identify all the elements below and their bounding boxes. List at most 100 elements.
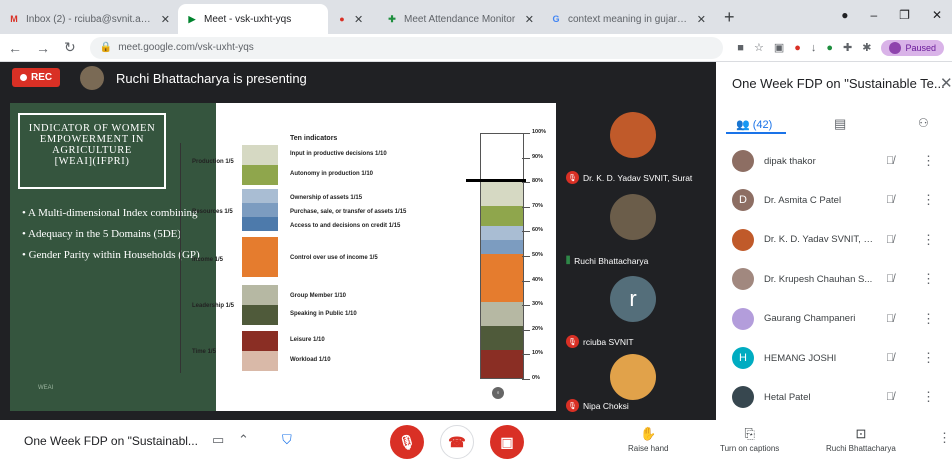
segment-workload — [242, 351, 278, 371]
participant-row[interactable]: Dr. K. D. Yadav SVNIT, Su... 🎙̸ ⋮ — [716, 221, 952, 259]
activities-icon[interactable]: ⚇ — [918, 116, 929, 130]
meeting-details-icon[interactable]: ▭ — [212, 432, 224, 448]
shield-icon[interactable]: ⛉ — [282, 432, 292, 448]
presentation-slide: INDICATOR OF WOMEN EMPOWERMENT IN AGRICU… — [10, 103, 556, 411]
participant-row[interactable]: Dr. Krupesh Chauhan S... 🎙̸ ⋮ — [716, 260, 952, 298]
participant-tile[interactable]: r 🎙 rciuba SVNIT — [560, 272, 710, 352]
chevron-up-icon[interactable]: ⌃ — [238, 432, 249, 448]
segment-group-member — [242, 285, 278, 305]
close-panel-icon[interactable]: ✕ — [940, 74, 952, 92]
mic-off-icon[interactable]: 🎙̸ — [886, 352, 894, 364]
segment-input-decisions — [242, 145, 278, 165]
bullet-item: • Adequacy in the 5 Domains (5DE) — [22, 228, 182, 240]
more-options-icon[interactable]: ⋮ — [922, 271, 935, 287]
extension-icon[interactable]: ● — [794, 42, 801, 54]
axis-tick — [522, 133, 530, 134]
presentation-button[interactable]: ⊡ Ruchi Bhattacharya — [826, 426, 896, 453]
tube-segment — [481, 240, 523, 254]
forward-icon[interactable]: → — [36, 40, 50, 56]
bookmark-star-icon[interactable]: ☆ — [754, 41, 764, 54]
more-options-icon[interactable]: ⋮ — [938, 430, 951, 446]
browser-tab-recording[interactable]: ● ✕ — [328, 4, 378, 34]
new-tab-button[interactable]: + — [714, 7, 745, 34]
participant-tile[interactable]: ⫼ Ruchi Bhattacharya — [560, 190, 710, 270]
close-tab-icon[interactable]: ✕ — [525, 13, 534, 26]
raise-hand-button[interactable]: ✋ Raise hand — [628, 426, 668, 453]
mic-off-icon[interactable]: 🎙̸ — [886, 273, 894, 285]
close-tab-icon[interactable]: ✕ — [354, 13, 363, 26]
url-field[interactable]: 🔒 meet.google.com/vsk-uxht-yqs — [89, 36, 724, 59]
captions-button[interactable]: ⎘ Turn on captions — [720, 426, 779, 453]
participant-row[interactable]: dipak thakor 🎙̸ ⋮ — [716, 142, 952, 180]
camera-icon[interactable]: ■ — [737, 42, 744, 54]
more-options-icon[interactable]: ⋮ — [922, 153, 935, 169]
puzzle-icon[interactable]: ✱ — [862, 41, 871, 54]
tube-segment — [481, 254, 523, 302]
slide-title-line: AGRICULTURE — [52, 145, 132, 156]
participant-row[interactable]: Hetal Patel 🎙̸ ⋮ — [716, 378, 952, 416]
mic-off-icon: 🎙 — [566, 335, 579, 348]
close-window-button[interactable]: ✕ — [932, 8, 942, 22]
close-tab-icon[interactable]: ✕ — [697, 13, 706, 26]
more-options-icon[interactable]: ⋮ — [922, 350, 935, 366]
percent-label: 0% — [532, 375, 540, 381]
profile-button[interactable]: Paused — [881, 39, 944, 56]
avatar — [889, 41, 902, 54]
segment-ownership — [242, 189, 278, 203]
more-options-icon[interactable]: ⋮ — [922, 311, 935, 327]
tube-segment — [481, 350, 523, 378]
extension-icon[interactable]: ▣ — [774, 41, 784, 54]
participant-tile[interactable]: 🎙 Dr. K. D. Yadav SVNIT, Surat — [560, 108, 710, 188]
extension-icon[interactable]: ✚ — [843, 41, 852, 54]
participant-tile[interactable]: 🎙 Nipa Choksi — [560, 352, 710, 416]
bullet-item: • A Multi-dimensional Index combining — [22, 207, 198, 219]
more-options-icon[interactable]: ⋮ — [922, 192, 935, 208]
chat-icon[interactable]: ▤ — [834, 116, 846, 132]
more-options-icon[interactable]: ⋮ — [922, 389, 935, 405]
axis-tick — [522, 182, 530, 184]
tile-name: Ruchi Bhattacharya — [574, 255, 649, 266]
more-options-icon[interactable]: ⋮ — [922, 232, 935, 248]
segment-purchase — [242, 203, 278, 217]
percent-label: 10% — [532, 350, 544, 357]
mic-off-icon[interactable]: 🎙̸ — [886, 194, 894, 206]
leave-call-button[interactable]: ☎ — [440, 425, 474, 459]
tab-people[interactable]: 👥 (42) — [736, 118, 772, 131]
download-icon[interactable]: ↓ — [811, 42, 817, 54]
browser-tab-gmail[interactable]: M Inbox (2) - rciuba@svnit.ac.in - S ✕ — [0, 4, 178, 34]
minimize-button[interactable]: – — [870, 8, 877, 22]
participant-row[interactable]: Gaurang Champaneri 🎙̸ ⋮ — [716, 300, 952, 338]
tab-title: context meaning in gujarati - Go — [568, 13, 691, 25]
close-tab-icon[interactable]: ✕ — [161, 13, 170, 26]
tab-search-icon[interactable]: ● — [841, 8, 848, 22]
restore-button[interactable]: ❐ — [899, 8, 910, 22]
participant-row[interactable]: D Dr. Asmita C Patel 🎙̸ ⋮ — [716, 181, 952, 219]
browser-tab-google[interactable]: G context meaning in gujarati - Go ✕ — [542, 4, 714, 34]
indicator-label: Leisure 1/10 — [290, 337, 325, 343]
extension-icon[interactable]: ● — [826, 42, 833, 54]
mic-off-icon[interactable]: 🎙̸ — [886, 155, 894, 167]
slide-control-icon[interactable]: ◦ — [492, 387, 504, 399]
tube-segment — [481, 226, 523, 240]
axis-tick — [522, 379, 530, 380]
presenting-banner: Ruchi Bhattacharya is presenting — [116, 71, 307, 86]
indicator-label: Input in productive decisions 1/10 — [290, 151, 387, 157]
axis-tick — [522, 256, 530, 257]
slide-title-line: EMPOWERMENT IN — [39, 134, 145, 145]
tube-empty — [481, 134, 523, 182]
axis-tick — [522, 354, 530, 356]
browser-tab-attendance[interactable]: ✚ Meet Attendance Monitor ✕ — [378, 4, 542, 34]
percent-label: 50% — [532, 252, 544, 258]
participant-row[interactable]: H HEMANG JOSHI 🎙̸ ⋮ — [716, 339, 952, 377]
camera-toggle-button[interactable]: ▣ — [490, 425, 524, 459]
mic-off-icon[interactable]: 🎙̸ — [886, 234, 894, 246]
mic-off-icon[interactable]: 🎙̸ — [886, 391, 894, 403]
mic-off-icon[interactable]: 🎙̸ — [886, 313, 894, 325]
reload-icon[interactable]: ↻ — [64, 39, 76, 56]
back-icon[interactable]: ← — [8, 40, 22, 56]
axis-tick — [522, 206, 530, 208]
window-controls: ● – ❐ ✕ — [831, 0, 952, 30]
category-label: Time 1/5 — [192, 349, 216, 355]
browser-tab-meet[interactable]: ▶ Meet - vsk-uxht-yqs — [178, 4, 328, 34]
microphone-toggle-button[interactable]: 🎙 — [390, 425, 424, 459]
